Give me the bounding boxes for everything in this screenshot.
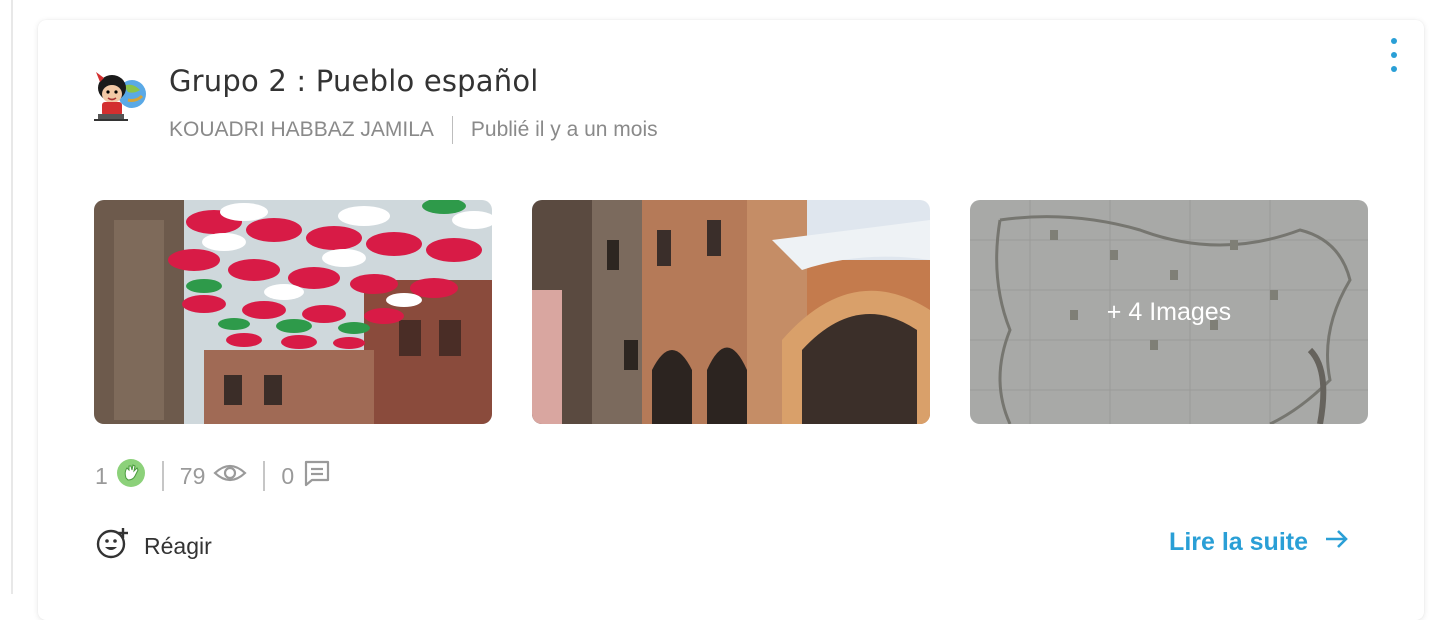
read-more-link[interactable]: Lire la suite	[1169, 527, 1350, 558]
post-stats: 1 79 0	[95, 458, 332, 494]
clap-icon[interactable]	[116, 458, 146, 494]
view-count: 79	[179, 462, 206, 489]
smiley-add-icon	[96, 526, 130, 566]
gallery-image-map[interactable]: + 4 Images	[970, 200, 1368, 424]
stats-divider	[263, 461, 266, 491]
read-more-label: Lire la suite	[1169, 528, 1308, 556]
avatar	[88, 64, 150, 126]
more-images-overlay[interactable]: + 4 Images	[970, 200, 1368, 424]
gallery-image-umbrellas[interactable]	[94, 200, 492, 424]
post-title[interactable]: Grupo 2 : Pueblo español	[169, 64, 539, 98]
publish-date: Publié il y a un mois	[470, 118, 658, 141]
left-border	[11, 0, 13, 594]
reaction-count: 1	[95, 462, 108, 489]
comment-count: 0	[281, 462, 295, 489]
meta-divider	[451, 116, 453, 144]
react-label: Réagir	[144, 532, 212, 559]
author-name[interactable]: KOUADRI HABBAZ JAMILA	[169, 118, 434, 142]
gallery-image-arcades[interactable]	[532, 200, 930, 424]
stats-divider	[161, 461, 164, 491]
react-button[interactable]: Réagir	[96, 526, 212, 566]
arrow-right-icon	[1308, 527, 1350, 558]
more-images-label: + 4 Images	[1106, 297, 1232, 326]
post-meta: KOUADRI HABBAZ JAMILA Publié il y a un m…	[169, 116, 658, 144]
post-card: Grupo 2 : Pueblo español KOUADRI HABBAZ …	[38, 20, 1424, 620]
more-options-icon[interactable]	[1386, 38, 1402, 72]
eye-icon	[213, 461, 248, 491]
comment-icon[interactable]	[302, 458, 332, 494]
